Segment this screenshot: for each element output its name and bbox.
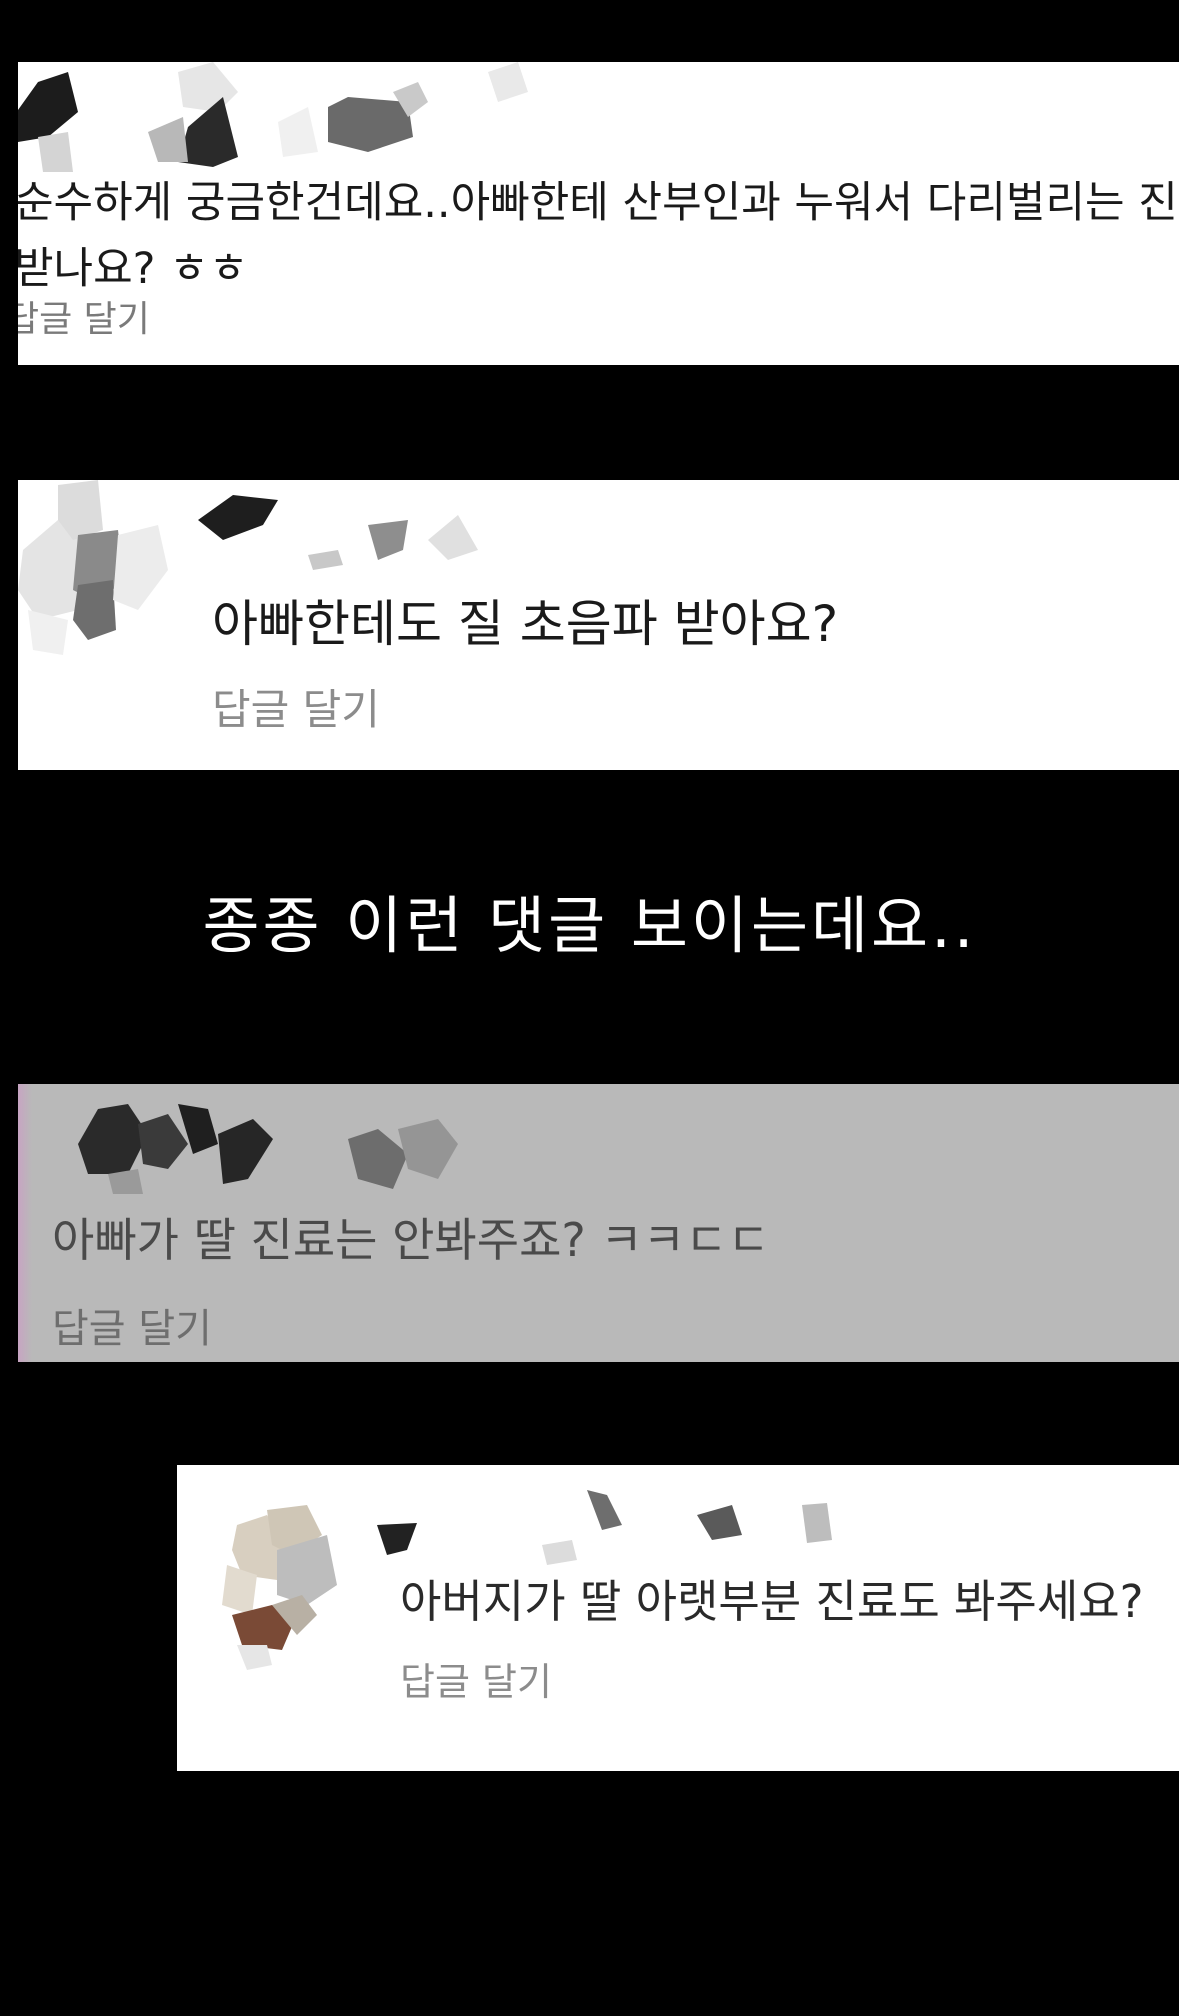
reply-button[interactable]: 답글 달기 — [400, 1651, 552, 1706]
reply-button[interactable]: 답글 달기 — [212, 676, 380, 737]
comment-card-4: 아버지가 딸 아랫부분 진료도 봐주세요? 답글 달기 — [177, 1465, 1179, 1771]
comment-text-line-1: 순수하게 궁금한건데요..아빠한테 산부인과 누워서 다리벌리는 진 — [18, 178, 1178, 228]
reply-button[interactable]: 답글 달기 — [18, 290, 150, 342]
video-caption: 종종 이런 댓글 보이는데요.. — [202, 889, 977, 962]
comment-card-2: 아빠한테도 질 초음파 받아요? 답글 달기 — [18, 480, 1179, 770]
comment-text: 아빠한테도 질 초음파 받아요? — [212, 595, 839, 653]
reply-button[interactable]: 답글 달기 — [52, 1296, 212, 1354]
comment-text: 순수하게 궁금한건데요..아빠한테 산부인과 누워서 다리벌리는 진 받나요? … — [18, 170, 1178, 302]
comment-text: 아버지가 딸 아랫부분 진료도 봐주세요? — [400, 1575, 1144, 1628]
comment-card-3: 아빠가 딸 진료는 안봐주죠? ㅋㅋㄷㄷ 답글 달기 — [18, 1084, 1179, 1362]
comment-card-1: 순수하게 궁금한건데요..아빠한테 산부인과 누워서 다리벌리는 진 받나요? … — [18, 62, 1179, 365]
comment-text: 아빠가 딸 진료는 안봐주죠? ㅋㅋㄷㄷ — [52, 1213, 770, 1267]
comment-text-line-2: 받나요? ㅎㅎ — [18, 244, 249, 294]
